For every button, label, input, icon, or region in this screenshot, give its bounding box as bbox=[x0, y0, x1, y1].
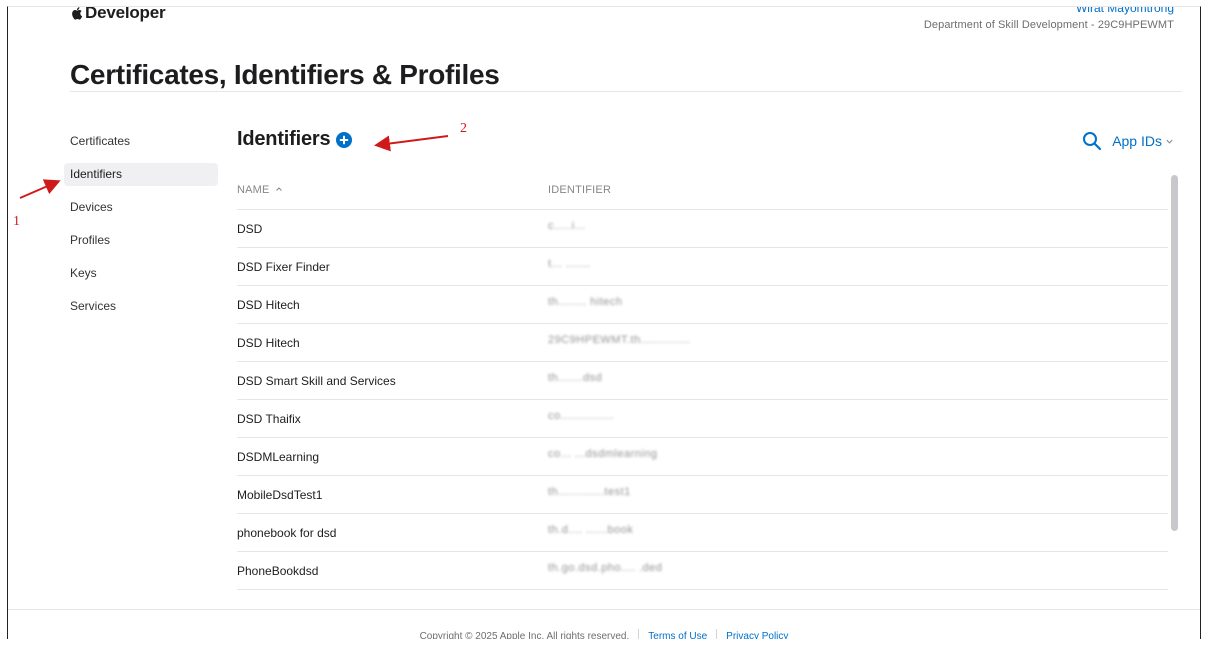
row-identifier: th.go.dsd.pho.... .ded bbox=[548, 562, 663, 574]
sidebar-item-certificates[interactable]: Certificates bbox=[64, 130, 218, 153]
row-name: DSD Thaifix bbox=[237, 412, 301, 426]
row-identifier: th.......dsd bbox=[548, 372, 603, 384]
row-name: DSD Smart Skill and Services bbox=[237, 374, 396, 388]
terms-of-use-link[interactable]: Terms of Use bbox=[648, 631, 707, 640]
sidebar-item-devices[interactable]: Devices bbox=[64, 196, 218, 219]
sidebar-nav: Certificates Identifiers Devices Profile… bbox=[64, 130, 218, 328]
app-ids-filter-label: App IDs bbox=[1112, 133, 1162, 149]
privacy-policy-link[interactable]: Privacy Policy bbox=[726, 631, 788, 640]
row-identifier: t... ....... bbox=[548, 258, 591, 270]
sidebar-item-identifiers[interactable]: Identifiers bbox=[64, 163, 218, 186]
row-identifier: th........ hitech bbox=[548, 296, 623, 308]
column-header-identifier: IDENTIFIER bbox=[548, 184, 612, 196]
row-identifier: co............... bbox=[548, 410, 614, 422]
app-ids-filter-dropdown[interactable]: App IDs bbox=[1112, 133, 1174, 149]
identifiers-table: NAME IDENTIFIER DSD c.....i... DSD Fixer… bbox=[237, 172, 1168, 592]
footer-divider bbox=[8, 609, 1200, 610]
top-bar: Developer Wirat Mayomtrong Department of… bbox=[8, 7, 1200, 47]
plus-circle-icon[interactable] bbox=[336, 131, 353, 148]
footer-separator bbox=[638, 629, 640, 639]
footer: Copyright © 2025 Apple Inc. All rights r… bbox=[8, 629, 1200, 639]
account-name-link[interactable]: Wirat Mayomtrong bbox=[1076, 7, 1174, 15]
section-title: Identifiers bbox=[237, 128, 331, 150]
row-name: DSD Fixer Finder bbox=[237, 260, 330, 274]
annotation-label-1: 1 bbox=[13, 214, 20, 229]
browser-frame: Developer Wirat Mayomtrong Department of… bbox=[7, 6, 1201, 639]
scrollbar-thumb[interactable] bbox=[1171, 175, 1178, 531]
row-name: MobileDsdTest1 bbox=[237, 488, 323, 502]
table-row[interactable]: PhoneBookdsd th.go.dsd.pho.... .ded bbox=[237, 552, 1168, 590]
row-name: PhoneBookdsd bbox=[237, 564, 319, 578]
row-name: DSD bbox=[237, 222, 263, 236]
table-row[interactable]: MobileDsdTest1 th.............test1 bbox=[237, 476, 1168, 514]
table-row[interactable]: DSD Thaifix co............... bbox=[237, 400, 1168, 438]
table-row[interactable]: phonebook for dsd th.d.... ......book bbox=[237, 514, 1168, 552]
annotation-label-2: 2 bbox=[460, 121, 467, 136]
chevron-down-icon bbox=[1166, 139, 1173, 144]
table-row[interactable]: DSD Smart Skill and Services th.......ds… bbox=[237, 362, 1168, 400]
row-identifier: 29C9HPEWMT.th.............. bbox=[548, 334, 691, 346]
search-icon[interactable] bbox=[1082, 131, 1102, 151]
table-row[interactable]: DSD c.....i... bbox=[237, 210, 1168, 248]
table-row[interactable]: DSD Fixer Finder t... ....... bbox=[237, 248, 1168, 286]
sort-ascending-icon bbox=[276, 187, 282, 191]
table-row[interactable]: DSD Hitech 29C9HPEWMT.th.............. bbox=[237, 324, 1168, 362]
sidebar-item-services[interactable]: Services bbox=[64, 295, 218, 318]
title-divider bbox=[70, 91, 1182, 92]
table-header: NAME IDENTIFIER bbox=[237, 172, 1168, 210]
row-name: DSDMLearning bbox=[237, 450, 320, 464]
sidebar-item-keys[interactable]: Keys bbox=[64, 262, 218, 285]
row-name: phonebook for dsd bbox=[237, 526, 337, 540]
row-name: DSD Hitech bbox=[237, 336, 300, 350]
table-row[interactable]: DSD Hitech th........ hitech bbox=[237, 286, 1168, 324]
column-header-name[interactable]: NAME bbox=[237, 184, 283, 196]
copyright-text: Copyright © 2025 Apple Inc. All rights r… bbox=[419, 630, 630, 640]
section-header: Identifiers bbox=[237, 128, 353, 151]
table-row[interactable]: DSDMLearning co... ...dsdmlearning bbox=[237, 438, 1168, 476]
row-identifier: th.d.... ......book bbox=[548, 524, 634, 536]
filter-bar: App IDs bbox=[1082, 131, 1174, 151]
apple-developer-logo[interactable]: Developer bbox=[70, 6, 166, 23]
table-scrollbar[interactable] bbox=[1170, 173, 1180, 593]
sidebar-item-profiles[interactable]: Profiles bbox=[64, 229, 218, 252]
apple-logo-icon bbox=[72, 7, 83, 20]
page-title: Certificates, Identifiers & Profiles bbox=[70, 59, 500, 90]
row-identifier: c.....i... bbox=[548, 220, 586, 232]
brand-text: Developer bbox=[85, 6, 166, 22]
team-name: Department of Skill Development - 29C9HP… bbox=[923, 19, 1174, 31]
row-identifier: th.............test1 bbox=[548, 486, 631, 498]
row-name: DSD Hitech bbox=[237, 298, 300, 312]
footer-separator bbox=[716, 629, 718, 639]
row-identifier: co... ...dsdmlearning bbox=[548, 448, 658, 460]
